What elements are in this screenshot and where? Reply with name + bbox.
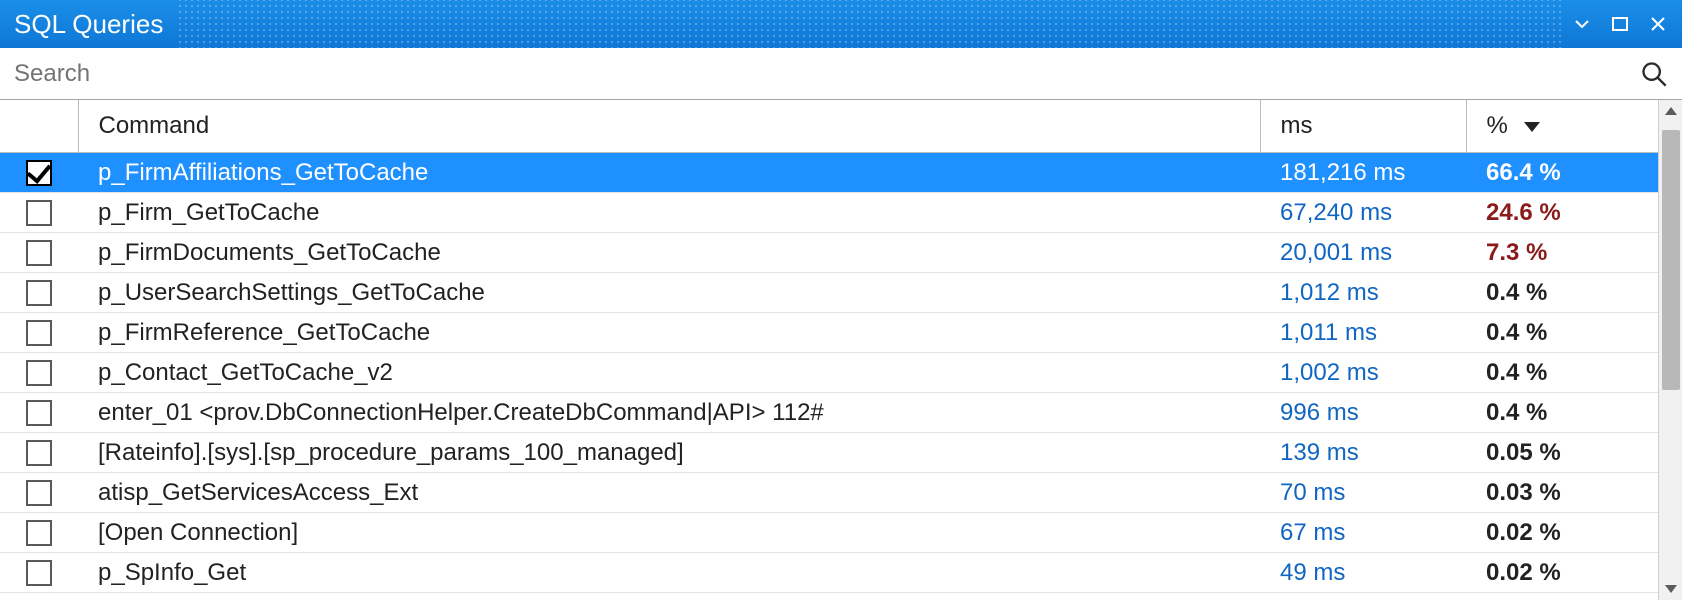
row-checkbox[interactable]: [26, 480, 52, 506]
column-header-checkbox[interactable]: [0, 100, 78, 153]
row-command: atisp_GetServicesAccess_Ext: [78, 473, 1260, 513]
table-row[interactable]: atisp_GetServicesAccess_Ext70 ms0.03 %: [0, 473, 1658, 513]
row-ms: 20,001 ms: [1260, 233, 1466, 273]
row-checkbox-cell[interactable]: [0, 473, 78, 513]
column-header-ms[interactable]: ms: [1260, 100, 1466, 153]
row-ms: 67 ms: [1260, 513, 1466, 553]
table-row[interactable]: [Open Connection]67 ms0.02 %: [0, 513, 1658, 553]
row-checkbox-cell[interactable]: [0, 313, 78, 353]
row-checkbox[interactable]: [26, 200, 52, 226]
row-ms: 996 ms: [1260, 393, 1466, 433]
row-percent: 0.02 %: [1466, 513, 1658, 553]
row-percent: 0.4 %: [1466, 353, 1658, 393]
titlebar-grip[interactable]: [177, 0, 1562, 48]
scrollbar-thumb[interactable]: [1662, 130, 1680, 390]
window: SQL Queries: [0, 0, 1682, 600]
row-ms: 49 ms: [1260, 553, 1466, 593]
row-checkbox[interactable]: [26, 440, 52, 466]
row-ms: 1,002 ms: [1260, 353, 1466, 393]
row-command: p_Contact_GetToCache_v2: [78, 353, 1260, 393]
row-checkbox[interactable]: [26, 160, 52, 186]
scroll-up-icon[interactable]: [1659, 100, 1682, 122]
row-checkbox[interactable]: [26, 280, 52, 306]
row-checkbox-cell[interactable]: [0, 233, 78, 273]
row-ms: 67,240 ms: [1260, 193, 1466, 233]
row-command: p_Firm_GetToCache: [78, 193, 1260, 233]
row-command: p_FirmReference_GetToCache: [78, 313, 1260, 353]
column-header-ms-label: ms: [1281, 112, 1313, 139]
row-command: p_FirmAffiliations_GetToCache: [78, 153, 1260, 193]
maximize-icon[interactable]: [1610, 14, 1630, 34]
row-checkbox-cell[interactable]: [0, 193, 78, 233]
row-ms: 181,216 ms: [1260, 153, 1466, 193]
close-icon[interactable]: [1648, 14, 1668, 34]
row-checkbox[interactable]: [26, 240, 52, 266]
row-checkbox[interactable]: [26, 520, 52, 546]
table-row[interactable]: p_FirmDocuments_GetToCache20,001 ms7.3 %: [0, 233, 1658, 273]
row-checkbox[interactable]: [26, 360, 52, 386]
dropdown-icon[interactable]: [1572, 14, 1592, 34]
row-checkbox-cell[interactable]: [0, 353, 78, 393]
row-ms: 1,011 ms: [1260, 313, 1466, 353]
table-row[interactable]: p_Contact_GetToCache_v21,002 ms0.4 %: [0, 353, 1658, 393]
row-ms: 70 ms: [1260, 473, 1466, 513]
row-command: enter_01 <prov.DbConnectionHelper.Create…: [78, 393, 1260, 433]
table-row[interactable]: enter_01 <prov.DbConnectionHelper.Create…: [0, 393, 1658, 433]
row-checkbox[interactable]: [26, 400, 52, 426]
row-checkbox[interactable]: [26, 320, 52, 346]
row-command: p_UserSearchSettings_GetToCache: [78, 273, 1260, 313]
column-header-command[interactable]: Command: [78, 100, 1260, 153]
table-row[interactable]: p_SpInfo_Get49 ms0.02 %: [0, 553, 1658, 593]
table-row[interactable]: [Rateinfo].[sys].[sp_procedure_params_10…: [0, 433, 1658, 473]
table-header-row: Command ms %: [0, 100, 1658, 153]
row-command: [Open Connection]: [78, 513, 1260, 553]
row-percent: 0.05 %: [1466, 433, 1658, 473]
row-checkbox[interactable]: [26, 560, 52, 586]
row-percent: 0.03 %: [1466, 473, 1658, 513]
row-checkbox-cell[interactable]: [0, 153, 78, 193]
grid-area: Command ms % p_FirmAffiliations_: [0, 100, 1682, 600]
row-percent: 7.3 %: [1466, 233, 1658, 273]
column-header-command-label: Command: [99, 112, 210, 139]
table-row[interactable]: p_Firm_GetToCache67,240 ms24.6 %: [0, 193, 1658, 233]
queries-table: Command ms % p_FirmAffiliations_: [0, 100, 1658, 600]
column-header-percent-label: %: [1487, 112, 1508, 139]
row-percent: 0.4 %: [1466, 313, 1658, 353]
row-percent: 0.02 %: [1466, 553, 1658, 593]
search-icon[interactable]: [1640, 60, 1668, 88]
table-row[interactable]: p_FirmReference_GetToCache1,011 ms0.4 %: [0, 313, 1658, 353]
scroll-down-icon[interactable]: [1659, 578, 1682, 600]
row-percent: 0.4 %: [1466, 273, 1658, 313]
row-checkbox-cell[interactable]: [0, 393, 78, 433]
titlebar[interactable]: SQL Queries: [0, 0, 1682, 48]
table-row[interactable]: p_FirmAffiliations_GetToCache181,216 ms6…: [0, 153, 1658, 193]
row-checkbox-cell[interactable]: [0, 433, 78, 473]
search-bar: [0, 48, 1682, 100]
row-ms: 139 ms: [1260, 433, 1466, 473]
row-checkbox-cell[interactable]: [0, 273, 78, 313]
row-percent: 0.4 %: [1466, 393, 1658, 433]
row-command: [Rateinfo].[sys].[sp_procedure_params_10…: [78, 433, 1260, 473]
window-controls: [1572, 14, 1668, 34]
row-percent: 66.4 %: [1466, 153, 1658, 193]
row-percent: 24.6 %: [1466, 193, 1658, 233]
column-header-percent[interactable]: %: [1466, 100, 1658, 153]
row-command: p_SpInfo_Get: [78, 553, 1260, 593]
search-input[interactable]: [14, 60, 1640, 88]
sort-desc-icon: [1523, 112, 1541, 140]
row-ms: 1,012 ms: [1260, 273, 1466, 313]
row-checkbox-cell[interactable]: [0, 513, 78, 553]
row-checkbox-cell[interactable]: [0, 553, 78, 593]
window-title: SQL Queries: [14, 9, 163, 40]
vertical-scrollbar[interactable]: [1658, 100, 1682, 600]
row-command: p_FirmDocuments_GetToCache: [78, 233, 1260, 273]
table-row[interactable]: p_UserSearchSettings_GetToCache1,012 ms0…: [0, 273, 1658, 313]
